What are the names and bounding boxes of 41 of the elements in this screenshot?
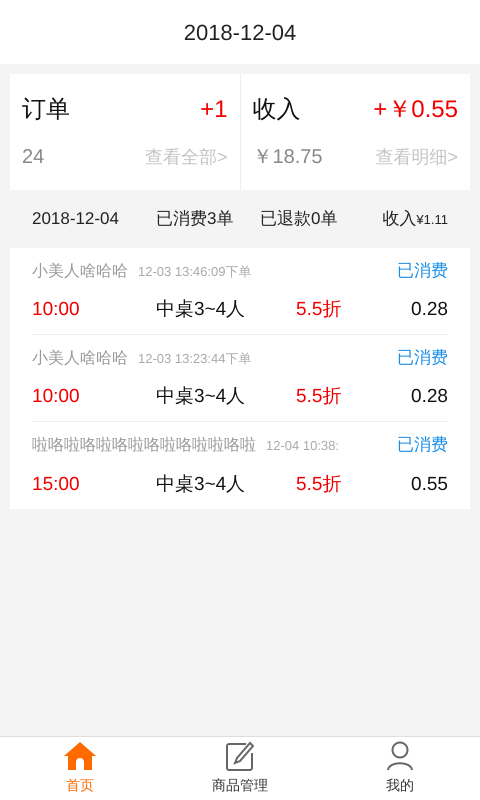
summary-value: 24	[22, 145, 44, 170]
order-status: 已消费	[397, 260, 448, 282]
order-amount: 0.28	[410, 384, 448, 408]
time-slot: 10:00	[32, 382, 156, 411]
income-label: 收入	[382, 208, 416, 230]
consumed-count: 已消费3单	[156, 208, 234, 230]
discount: 5.5折	[296, 384, 342, 408]
customer-name: 啦咯啦咯啦咯啦咯啦咯啦啦咯啦	[32, 436, 256, 456]
nav-tab[interactable]: 首页	[0, 737, 160, 800]
home-icon	[63, 741, 97, 771]
order-time: 12-04 10:38:	[266, 437, 340, 455]
view-details-link[interactable]: 查看全部>	[144, 144, 228, 170]
order-status: 已消费	[397, 434, 448, 456]
discount: 5.5折	[296, 472, 342, 496]
discount: 5.5折	[296, 298, 342, 322]
customer-name: 小美人啥哈哈	[32, 348, 128, 369]
table-type: 中桌3~4人	[156, 472, 246, 496]
order-amount: 0.55	[410, 472, 448, 496]
nav-tab[interactable]: 商品管理	[160, 737, 320, 800]
time-slot: 10:00	[32, 296, 156, 324]
summary-label: 订单	[22, 95, 70, 125]
summary-delta: +1	[200, 95, 228, 125]
table-type: 中桌3~4人	[156, 384, 246, 408]
order-time: 12-03 13:46:09下单	[138, 263, 252, 281]
order-status: 已消费	[397, 347, 448, 369]
edit-icon	[226, 741, 254, 771]
summary-value: ￥18.75	[252, 145, 323, 170]
customer-name: 小美人啥哈哈	[32, 262, 128, 282]
table-type: 中桌3~4人	[156, 298, 246, 322]
view-details-link[interactable]: 查看明细>	[375, 144, 458, 170]
summary-delta: +￥0.55	[373, 95, 458, 125]
refunded-count: 已退款0单	[260, 208, 338, 230]
summary-label: 收入	[252, 95, 300, 125]
income-value: ¥1.11	[416, 211, 448, 230]
page-title: 2018-12-04	[184, 18, 296, 46]
day-date: 2018-12-04	[32, 208, 120, 230]
user-icon	[386, 741, 414, 771]
order-time: 12-03 13:23:44下单	[138, 350, 252, 368]
nav-tab[interactable]: 我的	[320, 737, 480, 800]
order-amount: 0.28	[410, 298, 448, 322]
time-slot: 15:00	[32, 470, 156, 499]
